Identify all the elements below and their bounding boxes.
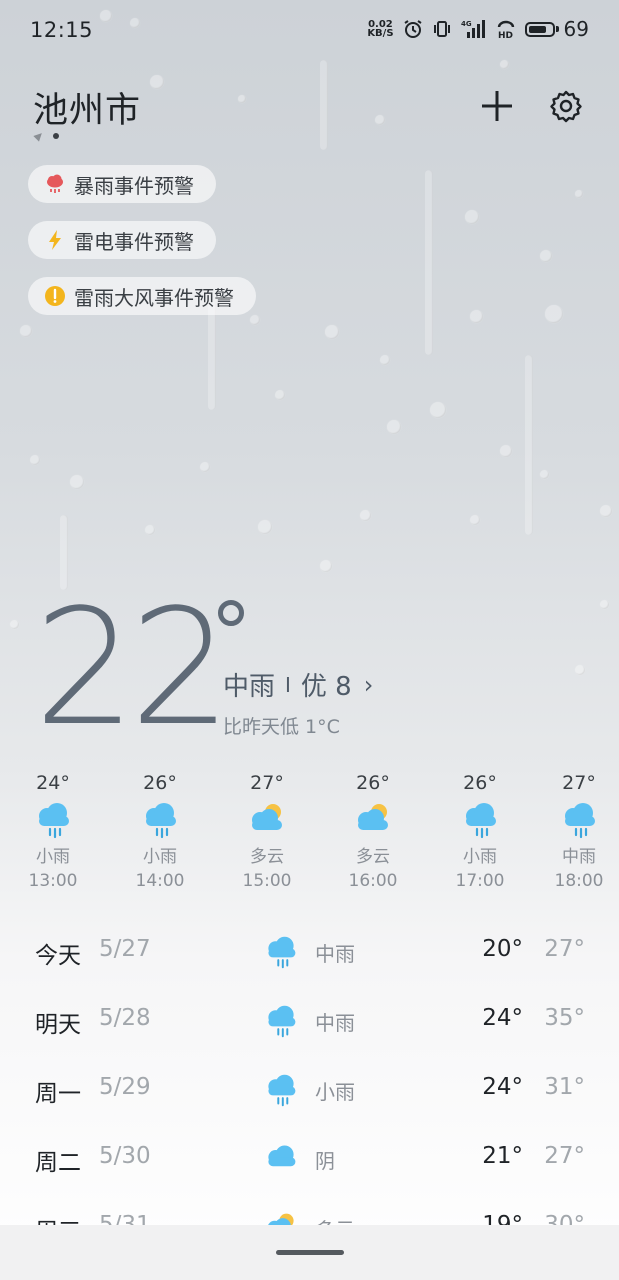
cloud-icon (268, 1145, 296, 1167)
rain-cloud-icon (144, 801, 178, 839)
aqi-value: 优 8 (300, 672, 352, 702)
daily-row[interactable]: 周二 5/30 阴 21° 27° (35, 1125, 585, 1194)
daily-forecast: 今天 5/27 中雨 20° 27° 明天 5/28 中雨 24° 35° 周一… (35, 918, 585, 1263)
partly-cloudy-icon (358, 804, 388, 830)
alert-thunderstorm-wind[interactable]: 雷雨大风事件预警 (28, 277, 256, 315)
alert-rainstorm[interactable]: 暴雨事件预警 (28, 165, 216, 203)
svg-text:4G: 4G (461, 20, 472, 28)
daily-row[interactable]: 周一 5/29 小雨 24° 31° (35, 1056, 585, 1125)
temperature-comparison: 比昨天低 1°C (223, 716, 340, 738)
status-icons: 0.02 KB/S 4G HD 69 (367, 17, 589, 41)
plus-icon (482, 91, 512, 121)
daily-row[interactable]: 明天 5/28 中雨 24° 35° (35, 987, 585, 1056)
header: 池州市 (33, 82, 589, 142)
hourly-item: 27° 多云 15:00 (242, 772, 292, 891)
daily-row[interactable]: 今天 5/27 中雨 20° 27° (35, 918, 585, 987)
rain-cloud-icon (267, 1004, 297, 1038)
hd-voice-icon: HD (496, 19, 516, 39)
current-temperature: 22 (34, 574, 232, 761)
rain-cloud-icon (563, 801, 597, 839)
current-condition: 中雨 (223, 672, 276, 702)
alarm-icon (403, 19, 423, 39)
rain-cloud-icon (267, 935, 297, 969)
lightning-icon (44, 229, 66, 251)
partly-cloudy-icon (252, 804, 282, 830)
alert-lightning[interactable]: 雷电事件预警 (28, 221, 216, 259)
warning-icon (44, 285, 66, 307)
location-arrow-icon (33, 130, 45, 142)
rain-cloud-icon (37, 801, 71, 839)
page-indicator (33, 130, 59, 142)
hourly-forecast[interactable]: 24° 小雨 13:00 26° 小雨 14:00 27° 多云 15:00 2… (0, 772, 619, 892)
separator: I (285, 672, 291, 697)
net-speed: 0.02 KB/S (367, 19, 394, 39)
battery-indicator: 69 (524, 17, 589, 41)
hourly-item: 26° 小雨 14:00 (135, 772, 185, 891)
page-dot (53, 133, 59, 139)
degree-symbol (218, 600, 244, 626)
signal-icon: 4G (461, 19, 487, 39)
hourly-item: 26° 小雨 17:00 (455, 772, 505, 891)
rain-cloud-icon (464, 801, 498, 839)
gear-icon (550, 90, 582, 123)
svg-text:HD: HD (498, 31, 513, 39)
hourly-item: 26° 多云 16:00 (348, 772, 398, 891)
home-gesture-handle[interactable] (276, 1250, 344, 1255)
navigation-bar (0, 1225, 619, 1280)
status-time: 12:15 (30, 18, 94, 42)
hourly-item: 24° 小雨 13:00 (28, 772, 78, 891)
hourly-item: 27° 中雨 18:00 (554, 772, 604, 891)
battery-icon (524, 21, 555, 37)
status-bar: 12:15 0.02 KB/S 4G HD 69 (0, 0, 619, 60)
vibrate-icon (432, 19, 452, 39)
add-city-button[interactable] (479, 88, 515, 124)
current-condition-aqi[interactable]: 中雨 I 优 8 › (223, 666, 373, 703)
settings-button[interactable] (548, 88, 584, 124)
chevron-right-icon: › (363, 670, 374, 699)
rain-cloud-icon (267, 1073, 297, 1107)
rainstorm-icon (44, 173, 66, 195)
weather-alerts: 暴雨事件预警 雷电事件预警 雷雨大风事件预警 (28, 165, 256, 333)
